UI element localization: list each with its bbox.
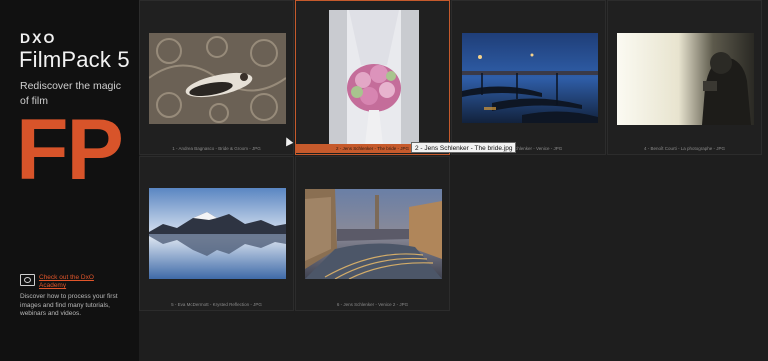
thumbnail-image bbox=[329, 10, 419, 145]
thumbnail-cell[interactable]: 2 - Jens Schlenker - The bride - JPG bbox=[295, 0, 450, 155]
academy-description: Discover how to process your first image… bbox=[20, 293, 118, 317]
thumbnail-image bbox=[462, 33, 598, 123]
thumbnail-caption: 5 - Eva McDermott - Krysted Reflection -… bbox=[171, 302, 262, 307]
thumbnail-caption: 4 - Benoît Courti - La photographe - JPG bbox=[643, 146, 726, 151]
thumbnail-cell[interactable]: 5 - Eva McDermott - Krysted Reflection -… bbox=[139, 156, 294, 311]
thumbnail-image bbox=[305, 189, 442, 279]
thumbnail-cell[interactable]: 4 - Benoît Courti - La photographe - JPG bbox=[607, 0, 762, 155]
thumbnail-caption: 1 - Andrea Bagnasco - Bride & Groom - JP… bbox=[172, 146, 261, 151]
dxo-logo: DXO bbox=[20, 30, 57, 46]
thumbnail-image bbox=[617, 33, 754, 125]
thumbnail-image bbox=[149, 33, 286, 124]
thumbnail-cell[interactable]: 1 - Andrea Bagnasco - Bride & Groom - JP… bbox=[139, 0, 294, 155]
sidebar: DXO FilmPack 5 Rediscover the magic of f… bbox=[0, 0, 139, 361]
fp-logo-mark: FP bbox=[16, 102, 124, 198]
thumbnail-grid: 1 - Andrea Bagnasco - Bride & Groom - JP… bbox=[139, 0, 768, 361]
thumbnail-caption: 6 - Jens Schlenker - Venice 2 - JPG bbox=[336, 302, 409, 307]
thumbnail-cell[interactable]: 3 - Jens Schlenker - Venice - JPG bbox=[451, 0, 606, 155]
academy-link[interactable]: Check out the DxO Academy bbox=[39, 274, 119, 290]
product-title: FilmPack 5 bbox=[19, 47, 130, 72]
thumbnail-image bbox=[149, 188, 286, 279]
academy-icon bbox=[20, 274, 35, 286]
thumbnail-cell[interactable]: 6 - Jens Schlenker - Venice 2 - JPG bbox=[295, 156, 450, 311]
thumbnail-tooltip: 2 - Jens Schlenker - The bride.jpg bbox=[411, 142, 517, 153]
